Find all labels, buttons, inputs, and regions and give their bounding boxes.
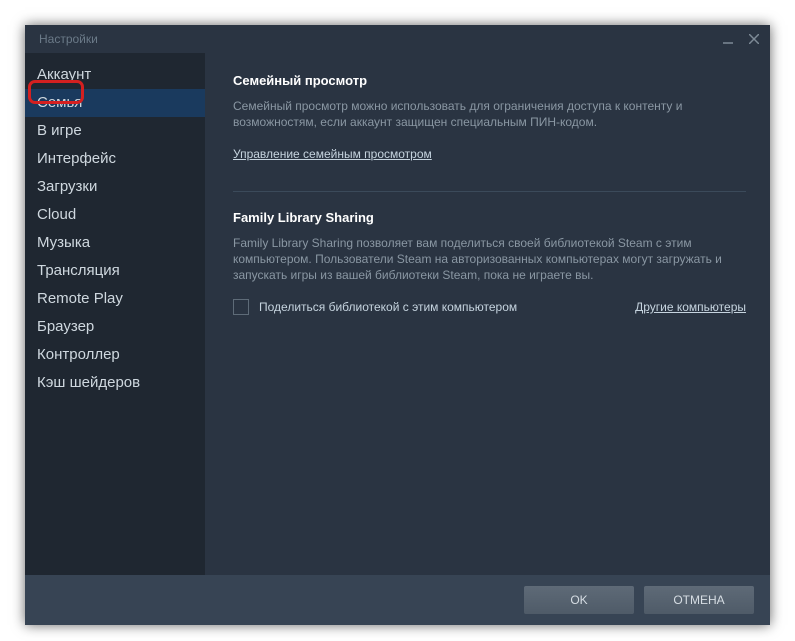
sidebar-item-shader-cache[interactable]: Кэш шейдеров: [25, 369, 205, 397]
sidebar-item-label: Remote Play: [37, 290, 123, 307]
window-body: Аккаунт Семья В игре Интерфейс Загрузки …: [25, 53, 770, 575]
share-library-checkbox[interactable]: [233, 299, 249, 315]
other-computers-link[interactable]: Другие компьютеры: [635, 300, 746, 314]
family-view-title: Семейный просмотр: [233, 73, 746, 88]
sidebar-item-remote-play[interactable]: Remote Play: [25, 285, 205, 313]
share-library-row: Поделиться библиотекой с этим компьютеро…: [233, 299, 746, 315]
sidebar-item-in-game[interactable]: В игре: [25, 117, 205, 145]
family-sharing-description: Family Library Sharing позволяет вам под…: [233, 235, 746, 283]
sidebar-item-label: Контроллер: [37, 346, 120, 363]
sidebar-item-label: В игре: [37, 122, 82, 139]
sidebar-item-music[interactable]: Музыка: [25, 229, 205, 257]
sidebar-item-label: Аккаунт: [37, 66, 91, 83]
dialog-footer: OK ОТМЕНА: [25, 575, 770, 625]
sidebar-item-label: Кэш шейдеров: [37, 374, 140, 391]
sidebar-item-label: Семья: [37, 94, 82, 111]
sidebar-item-label: Браузер: [37, 318, 94, 335]
window-title: Настройки: [39, 32, 98, 46]
minimize-icon[interactable]: [722, 33, 734, 45]
share-library-label: Поделиться библиотекой с этим компьютеро…: [259, 300, 517, 314]
section-divider: [233, 191, 746, 192]
family-view-description: Семейный просмотр можно использовать для…: [233, 98, 746, 130]
sidebar-item-label: Музыка: [37, 234, 90, 251]
cancel-button[interactable]: ОТМЕНА: [644, 586, 754, 614]
sidebar-item-label: Трансляция: [37, 262, 120, 279]
sidebar-item-interface[interactable]: Интерфейс: [25, 145, 205, 173]
sidebar-item-browser[interactable]: Браузер: [25, 313, 205, 341]
sidebar-item-controller[interactable]: Контроллер: [25, 341, 205, 369]
sidebar-item-family[interactable]: Семья: [25, 89, 205, 117]
settings-content: Семейный просмотр Семейный просмотр можн…: [205, 53, 770, 575]
settings-window: Настройки Аккаунт Семья В игре Интерфейс…: [25, 25, 770, 625]
manage-family-view-link[interactable]: Управление семейным просмотром: [233, 147, 432, 161]
close-icon[interactable]: [748, 33, 760, 45]
family-sharing-title: Family Library Sharing: [233, 210, 746, 225]
settings-sidebar: Аккаунт Семья В игре Интерфейс Загрузки …: [25, 53, 205, 575]
sidebar-item-label: Загрузки: [37, 178, 97, 195]
sidebar-item-cloud[interactable]: Cloud: [25, 201, 205, 229]
sidebar-item-downloads[interactable]: Загрузки: [25, 173, 205, 201]
sidebar-item-label: Интерфейс: [37, 150, 116, 167]
window-controls: [722, 33, 760, 45]
sidebar-item-broadcast[interactable]: Трансляция: [25, 257, 205, 285]
ok-button[interactable]: OK: [524, 586, 634, 614]
titlebar: Настройки: [25, 25, 770, 53]
sidebar-item-label: Cloud: [37, 206, 76, 223]
sidebar-item-account[interactable]: Аккаунт: [25, 61, 205, 89]
